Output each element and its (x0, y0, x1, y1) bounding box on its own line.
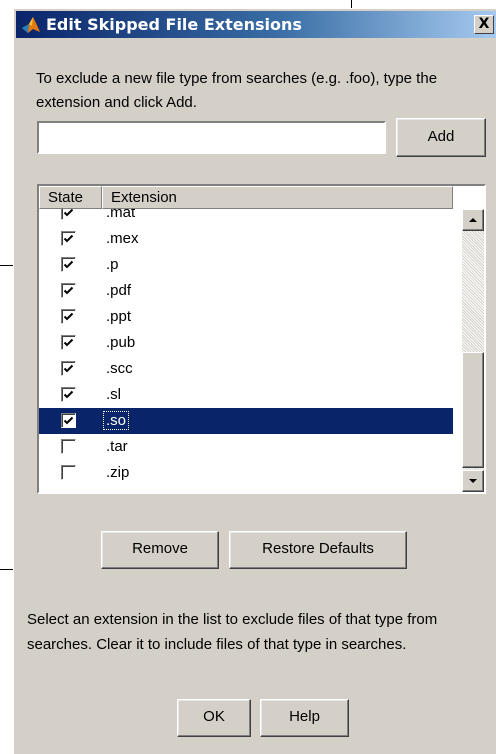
list-item[interactable]: .mex (39, 226, 453, 252)
state-checkbox[interactable] (61, 335, 76, 350)
list-item[interactable]: .mat (39, 209, 453, 226)
extension-label: .so (102, 411, 130, 430)
scroll-down-button[interactable] (462, 470, 484, 492)
checkmark-icon (63, 338, 74, 347)
column-header-extension[interactable]: Extension (102, 186, 453, 209)
checkmark-icon (63, 260, 74, 269)
add-button-label: Add (427, 128, 455, 145)
state-checkbox[interactable] (61, 387, 76, 402)
scroll-up-arrow-icon (469, 218, 477, 222)
state-checkbox[interactable] (61, 309, 76, 324)
extension-label: .scc (106, 360, 133, 377)
state-checkbox[interactable] (61, 361, 76, 376)
extension-label: .pub (106, 334, 136, 351)
state-checkbox[interactable] (61, 231, 76, 246)
extension-label: .ppt (106, 308, 132, 325)
extension-label: .zip (106, 464, 130, 481)
extension-label: .mat (106, 209, 136, 221)
ok-button-label: OK (203, 708, 225, 725)
list-item[interactable]: .pub (39, 330, 453, 356)
ok-button[interactable]: OK (177, 699, 251, 737)
list-item[interactable]: .sl (39, 382, 453, 408)
extension-label: .sl (106, 386, 121, 403)
help-text: Select an extension in the list to exclu… (27, 611, 438, 653)
checkmark-icon (63, 209, 74, 217)
column-header-extension-label: Extension (111, 189, 177, 206)
instruction-text: To exclude a new file type from searches… (36, 70, 438, 111)
scroll-up-button[interactable] (462, 209, 484, 231)
checkmark-icon (63, 234, 74, 243)
extension-label: .tar (106, 438, 128, 455)
list-item[interactable]: .pdf (39, 278, 453, 304)
close-button[interactable]: X (474, 15, 494, 34)
extension-list: State Extension .mat .mex .p .pdf .ppt .pub .s… (37, 184, 486, 494)
column-header-state[interactable]: State (39, 186, 102, 209)
title-bar[interactable]: Edit Skipped File Extensions X (16, 11, 496, 38)
checkmark-icon (63, 312, 74, 321)
list-item[interactable]: .zip (39, 460, 453, 486)
edit-skipped-extensions-dialog: Edit Skipped File Extensions X To exclud… (13, 8, 496, 754)
checkmark-icon (63, 390, 74, 399)
list-item[interactable]: .scc (39, 356, 453, 382)
vertical-scrollbar[interactable] (462, 209, 484, 492)
remove-button[interactable]: Remove (101, 531, 219, 569)
state-checkbox[interactable] (61, 465, 76, 480)
list-item[interactable]: .ppt (39, 304, 453, 330)
state-checkbox[interactable] (61, 257, 76, 272)
list-item[interactable]: .so (39, 408, 453, 434)
help-button[interactable]: Help (260, 699, 349, 737)
list-item[interactable]: .tar (39, 434, 453, 460)
restore-defaults-button[interactable]: Restore Defaults (229, 531, 407, 569)
extension-label: .p (106, 256, 119, 273)
list-item[interactable]: .p (39, 252, 453, 278)
scroll-down-arrow-icon (469, 479, 477, 483)
extension-input[interactable] (37, 121, 386, 154)
state-checkbox[interactable] (61, 439, 76, 454)
restore-defaults-button-label: Restore Defaults (262, 540, 374, 557)
state-checkbox[interactable] (61, 209, 76, 220)
add-button[interactable]: Add (396, 118, 486, 157)
extension-label: .pdf (106, 282, 132, 299)
checkmark-icon (63, 416, 74, 425)
checkmark-icon (63, 364, 74, 373)
help-button-label: Help (289, 708, 320, 725)
extension-rows: .mat .mex .p .pdf .ppt .pub .scc .sl .so .tar .zip (39, 209, 453, 492)
state-checkbox[interactable] (61, 283, 76, 298)
extension-label: .mex (106, 230, 139, 247)
column-header-state-label: State (48, 189, 84, 206)
matlab-logo-icon (20, 14, 42, 36)
remove-button-label: Remove (132, 540, 188, 557)
scroll-thumb[interactable] (462, 352, 484, 468)
close-icon: X (478, 16, 490, 32)
dialog-title: Edit Skipped File Extensions (46, 15, 302, 34)
state-checkbox[interactable] (61, 413, 76, 428)
checkmark-icon (63, 286, 74, 295)
